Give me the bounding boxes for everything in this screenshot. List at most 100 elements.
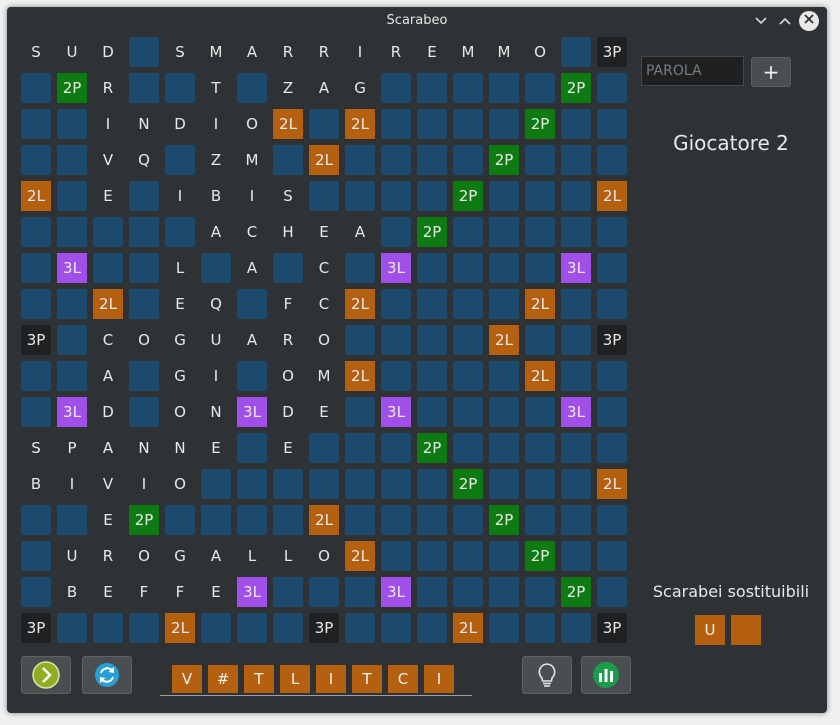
board-cell-empty[interactable] bbox=[597, 145, 627, 175]
board-cell-letter[interactable]: M bbox=[489, 37, 519, 67]
board-cell-empty[interactable] bbox=[345, 253, 375, 283]
board-cell-empty[interactable] bbox=[21, 505, 51, 535]
board-cell-letter[interactable]: E bbox=[165, 289, 195, 319]
board-cell-empty[interactable] bbox=[453, 145, 483, 175]
board-cell-letter[interactable]: H bbox=[273, 217, 303, 247]
board-cell-empty[interactable] bbox=[237, 613, 267, 643]
board-cell-empty[interactable] bbox=[489, 217, 519, 247]
board-cell-bonus[interactable]: 3P bbox=[21, 325, 51, 355]
board-cell-empty[interactable] bbox=[21, 253, 51, 283]
board-cell-letter[interactable]: A bbox=[93, 433, 123, 463]
board-cell-empty[interactable] bbox=[345, 145, 375, 175]
board-cell-empty[interactable] bbox=[129, 253, 159, 283]
rack-tile[interactable]: C bbox=[388, 665, 418, 693]
board-cell-bonus[interactable]: 2L bbox=[345, 109, 375, 139]
board-cell-empty[interactable] bbox=[273, 253, 303, 283]
board-cell-letter[interactable]: A bbox=[237, 253, 267, 283]
board-cell-letter[interactable]: P bbox=[57, 433, 87, 463]
board-cell-bonus[interactable]: 2L bbox=[453, 613, 483, 643]
board-cell-letter[interactable]: Q bbox=[201, 289, 231, 319]
statistics-button[interactable] bbox=[581, 656, 631, 694]
board-cell-letter[interactable]: L bbox=[273, 541, 303, 571]
board-cell-empty[interactable] bbox=[489, 613, 519, 643]
board-cell-bonus[interactable]: 2L bbox=[597, 469, 627, 499]
board-cell-empty[interactable] bbox=[381, 217, 411, 247]
board-cell-empty[interactable] bbox=[417, 469, 447, 499]
board-cell-bonus[interactable]: 2L bbox=[345, 289, 375, 319]
board-cell-letter[interactable]: F bbox=[273, 289, 303, 319]
board-cell-empty[interactable] bbox=[525, 181, 555, 211]
board-cell-bonus[interactable]: 2L bbox=[345, 541, 375, 571]
board-cell-bonus[interactable]: 3L bbox=[381, 397, 411, 427]
close-button[interactable] bbox=[799, 11, 819, 31]
board-cell-empty[interactable] bbox=[525, 505, 555, 535]
board-cell-letter[interactable]: O bbox=[525, 37, 555, 67]
board-cell-empty[interactable] bbox=[417, 397, 447, 427]
board-cell-letter[interactable]: E bbox=[93, 505, 123, 535]
board-cell-empty[interactable] bbox=[237, 433, 267, 463]
board-cell-bonus[interactable]: 3L bbox=[381, 253, 411, 283]
board-cell-empty[interactable] bbox=[525, 325, 555, 355]
board-cell-letter[interactable]: C bbox=[93, 325, 123, 355]
board-cell-empty[interactable] bbox=[597, 217, 627, 247]
board-cell-bonus[interactable]: 2P bbox=[489, 145, 519, 175]
board-cell-empty[interactable] bbox=[417, 73, 447, 103]
board-cell-empty[interactable] bbox=[453, 433, 483, 463]
board-cell-empty[interactable] bbox=[57, 505, 87, 535]
board-cell-empty[interactable] bbox=[381, 73, 411, 103]
board-cell-empty[interactable] bbox=[273, 613, 303, 643]
board-cell-empty[interactable] bbox=[57, 325, 87, 355]
board-cell-empty[interactable] bbox=[525, 469, 555, 499]
board-cell-empty[interactable] bbox=[525, 613, 555, 643]
board-cell-empty[interactable] bbox=[21, 397, 51, 427]
board-cell-letter[interactable]: E bbox=[93, 181, 123, 211]
board-cell-empty[interactable] bbox=[129, 289, 159, 319]
board-cell-empty[interactable] bbox=[237, 361, 267, 391]
rack-tile[interactable]: L bbox=[280, 665, 310, 693]
board-cell-letter[interactable]: O bbox=[129, 541, 159, 571]
board-cell-empty[interactable] bbox=[381, 433, 411, 463]
board-cell-empty[interactable] bbox=[597, 73, 627, 103]
board-cell-empty[interactable] bbox=[345, 505, 375, 535]
board-cell-bonus[interactable]: 3L bbox=[561, 253, 591, 283]
board-cell-empty[interactable] bbox=[597, 505, 627, 535]
board-cell-letter[interactable]: A bbox=[345, 217, 375, 247]
board-cell-empty[interactable] bbox=[273, 505, 303, 535]
board-cell-empty[interactable] bbox=[417, 109, 447, 139]
board-cell-bonus[interactable]: 2L bbox=[165, 613, 195, 643]
board-cell-empty[interactable] bbox=[165, 145, 195, 175]
board-cell-letter[interactable]: O bbox=[237, 109, 267, 139]
board-cell-bonus[interactable]: 2P bbox=[561, 73, 591, 103]
board-cell-empty[interactable] bbox=[525, 217, 555, 247]
maximize-button[interactable] bbox=[775, 11, 795, 31]
board-cell-empty[interactable] bbox=[273, 469, 303, 499]
board-cell-empty[interactable] bbox=[561, 181, 591, 211]
board-cell-empty[interactable] bbox=[201, 469, 231, 499]
next-turn-button[interactable] bbox=[21, 656, 71, 694]
board-cell-letter[interactable]: G bbox=[165, 541, 195, 571]
rack-tile[interactable]: V bbox=[172, 665, 202, 693]
board-cell-empty[interactable] bbox=[417, 289, 447, 319]
add-word-button[interactable]: + bbox=[751, 57, 791, 87]
board-cell-letter[interactable]: L bbox=[237, 541, 267, 571]
board-cell-empty[interactable] bbox=[417, 325, 447, 355]
board-cell-empty[interactable] bbox=[489, 397, 519, 427]
board-cell-empty[interactable] bbox=[345, 433, 375, 463]
board-cell-letter[interactable]: S bbox=[21, 433, 51, 463]
minimize-button[interactable] bbox=[751, 11, 771, 31]
board-cell-empty[interactable] bbox=[489, 361, 519, 391]
board-cell-empty[interactable] bbox=[381, 469, 411, 499]
board-cell-empty[interactable] bbox=[453, 361, 483, 391]
board-cell-empty[interactable] bbox=[129, 181, 159, 211]
board-cell-empty[interactable] bbox=[129, 613, 159, 643]
board-cell-empty[interactable] bbox=[57, 361, 87, 391]
board-cell-letter[interactable]: E bbox=[309, 217, 339, 247]
board-cell-empty[interactable] bbox=[21, 541, 51, 571]
board-cell-empty[interactable] bbox=[561, 505, 591, 535]
board-cell-empty[interactable] bbox=[129, 361, 159, 391]
board-cell-bonus[interactable]: 2P bbox=[489, 505, 519, 535]
board-cell-bonus[interactable]: 2P bbox=[453, 469, 483, 499]
board-cell-empty[interactable] bbox=[525, 433, 555, 463]
board-cell-empty[interactable] bbox=[597, 397, 627, 427]
board-cell-empty[interactable] bbox=[525, 145, 555, 175]
